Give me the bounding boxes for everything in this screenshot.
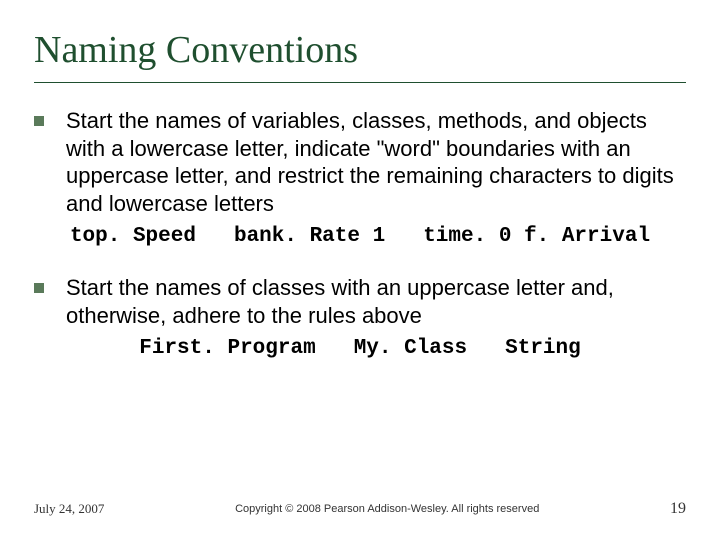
code-line: top. Speed bank. Rate 1 time. 0 f. Arriv… xyxy=(34,225,686,248)
code-example: First. Program xyxy=(139,337,315,360)
slide-title: Naming Conventions xyxy=(34,28,686,72)
bullet-text: Start the names of variables, classes, m… xyxy=(66,107,686,217)
code-example: My. Class xyxy=(354,337,467,360)
bullet-item: Start the names of classes with an upper… xyxy=(34,274,686,329)
code-example: bank. Rate 1 xyxy=(234,225,385,248)
bullet-icon xyxy=(34,283,44,293)
code-line: First. Program My. Class String xyxy=(34,337,686,360)
footer-page-number: 19 xyxy=(670,500,686,518)
code-example: String xyxy=(505,337,581,360)
code-example: time. 0 f. Arrival xyxy=(423,225,650,248)
bullet-text: Start the names of classes with an upper… xyxy=(66,274,686,329)
footer-copyright: Copyright © 2008 Pearson Addison-Wesley.… xyxy=(104,503,670,515)
code-example: top. Speed xyxy=(70,225,196,248)
title-rule xyxy=(34,82,686,83)
bullet-item: Start the names of variables, classes, m… xyxy=(34,107,686,217)
slide-footer: July 24, 2007 Copyright © 2008 Pearson A… xyxy=(34,500,686,518)
footer-date: July 24, 2007 xyxy=(34,501,104,517)
bullet-icon xyxy=(34,116,44,126)
